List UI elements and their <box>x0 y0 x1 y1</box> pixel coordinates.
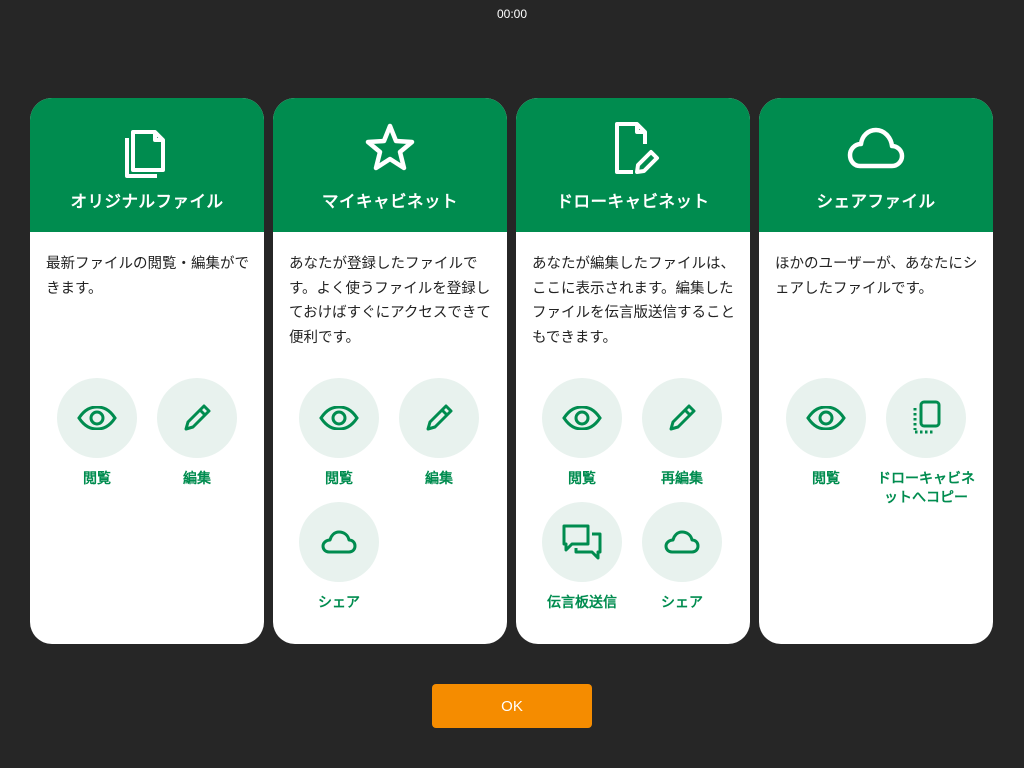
status-bar-time: 00:00 <box>496 7 528 21</box>
view-button[interactable]: 閲覧 <box>532 378 632 498</box>
pencil-icon <box>157 378 237 458</box>
file-edit-icon <box>516 116 750 180</box>
edit-label: 編集 <box>425 471 453 487</box>
re-edit-button[interactable]: 再編集 <box>632 378 732 498</box>
card-header: オリジナルファイル <box>30 98 264 232</box>
ok-button[interactable]: OK <box>432 684 592 728</box>
file-type-cards: オリジナルファイル 最新ファイルの閲覧・編集ができます。 閲覧 編集 マイキャビ… <box>30 98 994 644</box>
share-label: シェア <box>318 595 360 611</box>
card-original-file: オリジナルファイル 最新ファイルの閲覧・編集ができます。 閲覧 編集 <box>30 98 264 644</box>
card-header: マイキャビネット <box>273 98 507 232</box>
message-board-send-label: 伝言板送信 <box>547 595 617 611</box>
pencil-icon <box>642 378 722 458</box>
edit-button[interactable]: 編集 <box>147 378 247 498</box>
share-button[interactable]: シェア <box>632 502 732 622</box>
card-shared-files: シェアファイル ほかのユーザーが、あなたにシェアしたファイルです。 閲覧 ドロー… <box>759 98 993 644</box>
share-button[interactable]: シェア <box>289 502 389 622</box>
card-description: 最新ファイルの閲覧・編集ができます。 <box>46 256 249 297</box>
view-button[interactable]: 閲覧 <box>776 378 876 498</box>
edit-button[interactable]: 編集 <box>389 378 489 498</box>
cloud-icon <box>299 502 379 582</box>
card-description: あなたが編集したファイルは、ここに表示されます。編集したファイルを伝言版送信する… <box>532 256 735 346</box>
eye-icon <box>299 378 379 458</box>
view-button[interactable]: 閲覧 <box>47 378 147 498</box>
view-label: 閲覧 <box>812 471 840 487</box>
card-title: ドローキャビネット <box>556 192 710 211</box>
copy-to-draw-cabinet-label: ドローキャビネットへコピー <box>877 471 975 506</box>
card-my-cabinet: マイキャビネット あなたが登録したファイルです。よく使うファイルを登録しておけば… <box>273 98 507 644</box>
eye-icon <box>786 378 866 458</box>
view-button[interactable]: 閲覧 <box>289 378 389 498</box>
re-edit-label: 再編集 <box>661 471 703 487</box>
card-title: マイキャビネット <box>322 192 458 211</box>
message-board-send-button[interactable]: 伝言板送信 <box>532 502 632 622</box>
copy-to-cabinet-icon <box>886 378 966 458</box>
card-title: シェアファイル <box>816 192 936 211</box>
view-label: 閲覧 <box>83 471 111 487</box>
card-draw-cabinet: ドローキャビネット あなたが編集したファイルは、ここに表示されます。編集したファ… <box>516 98 750 644</box>
edit-label: 編集 <box>183 471 211 487</box>
view-label: 閲覧 <box>568 471 596 487</box>
eye-icon <box>57 378 137 458</box>
copy-files-icon <box>30 116 264 180</box>
pencil-icon <box>399 378 479 458</box>
card-description: あなたが登録したファイルです。よく使うファイルを登録しておけばすぐにアクセスでき… <box>289 256 491 346</box>
card-description: ほかのユーザーが、あなたにシェアしたファイルです。 <box>775 256 978 297</box>
cloud-icon <box>642 502 722 582</box>
view-label: 閲覧 <box>325 471 353 487</box>
chat-bubbles-icon <box>542 502 622 582</box>
eye-icon <box>542 378 622 458</box>
card-title: オリジナルファイル <box>70 192 224 211</box>
share-label: シェア <box>661 595 703 611</box>
card-header: シェアファイル <box>759 98 993 232</box>
cloud-icon <box>759 116 993 180</box>
star-icon <box>273 116 507 180</box>
card-header: ドローキャビネット <box>516 98 750 232</box>
copy-to-draw-cabinet-button[interactable]: ドローキャビネットへコピー <box>876 378 976 506</box>
